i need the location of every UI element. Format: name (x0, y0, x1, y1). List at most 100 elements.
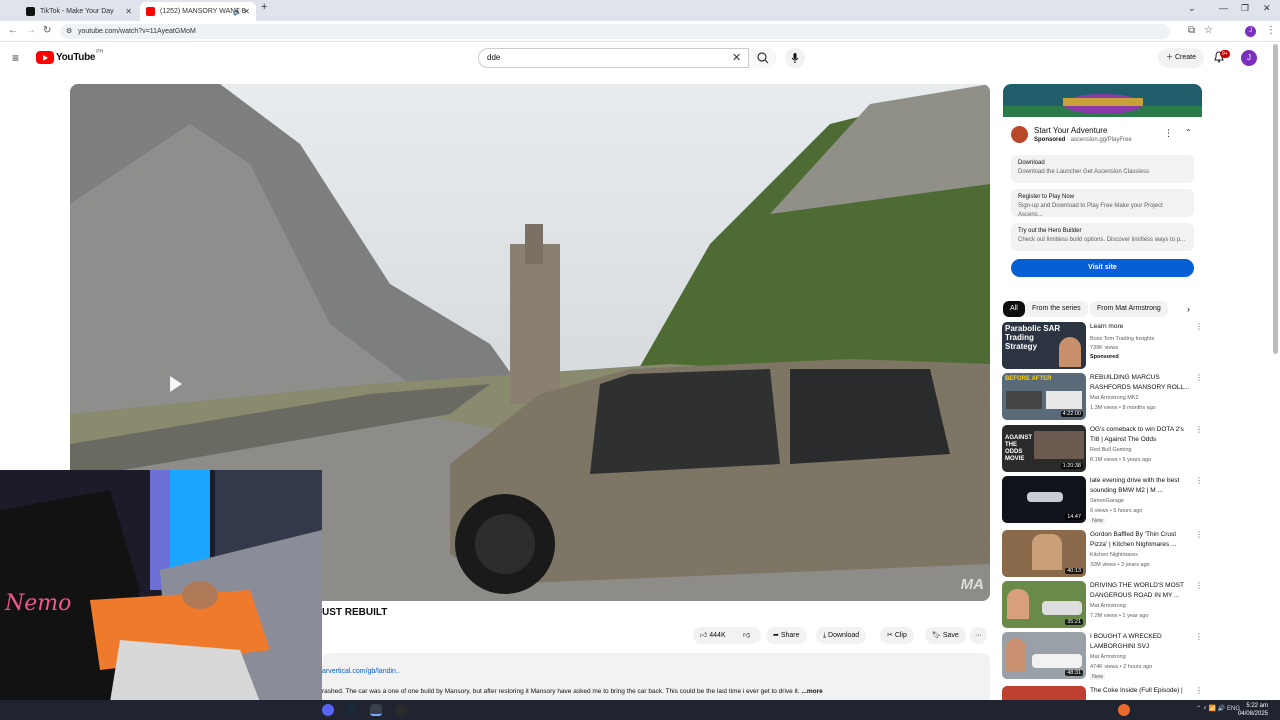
recommendation-item[interactable]: 40:13 Gordon Baffled By 'Thin Crust Pizz… (1002, 530, 1203, 579)
chip-from-mat-armstrong[interactable]: From Mat Armstrong (1090, 301, 1168, 317)
video-title[interactable]: OG's comeback to win DOTA 2's TI8 | Agai… (1090, 425, 1192, 445)
save-button[interactable]: 🔖︎ Save (925, 627, 966, 644)
recommendation-item[interactable]: 48:31 I BOUGHT A WRECKED LAMBORGHINI SVJ… (1002, 632, 1203, 681)
speaker-icon[interactable]: 🔊 (233, 8, 242, 16)
ad-title[interactable]: Start Your Adventure (1034, 126, 1107, 135)
chip-all[interactable]: All (1003, 301, 1025, 317)
clip-button[interactable]: ✂ Clip (880, 627, 914, 644)
more-actions-button[interactable]: ··· (970, 627, 987, 644)
description-box[interactable] (322, 653, 990, 705)
dislike-icon[interactable]: 👎︎ (743, 627, 750, 644)
video-thumbnail[interactable]: AGAINST THE ODDS MOVIE 1:20:38 (1002, 425, 1086, 472)
visit-site-button[interactable]: Visit site (1011, 259, 1194, 277)
avatar[interactable]: J (1241, 50, 1257, 66)
video-meta: 739K views (1090, 345, 1119, 351)
install-icon[interactable]: ⧉ (1188, 25, 1195, 36)
reload-icon[interactable]: ↻ (43, 25, 51, 36)
thumbnail-car-before (1006, 391, 1042, 409)
more-vert-icon[interactable]: ⋮ (1195, 476, 1203, 485)
create-button[interactable]: ＋ Create (1158, 48, 1204, 68)
recommendation-item[interactable]: 35:21 DRIVING THE WORLD'S MOST DANGEROUS… (1002, 581, 1203, 630)
steam-icon[interactable] (346, 704, 358, 716)
description-link[interactable]: arvertical.com/gb/landin.. (322, 668, 400, 675)
site-info-icon[interactable]: ⚙ (66, 24, 72, 39)
more-vert-icon[interactable]: ⋮ (1195, 530, 1203, 539)
new-tab-button[interactable]: + (261, 1, 267, 13)
recommendation-item[interactable]: BEFORE AFTER 4:22:00 REBUILDING MARCUS R… (1002, 373, 1203, 422)
tab-search-icon[interactable]: ⌄ (1188, 3, 1196, 14)
more-vert-icon[interactable]: ⋮ (1195, 581, 1203, 590)
search-button[interactable] (748, 48, 776, 68)
video-thumbnail[interactable]: 14:47 (1002, 476, 1086, 523)
forward-icon[interactable]: → (26, 25, 36, 36)
video-thumbnail[interactable]: 48:31 (1002, 632, 1086, 679)
channel-name[interactable]: Mat Armstrong MK2 (1090, 395, 1139, 401)
more-vert-icon[interactable]: ⋮ (1195, 686, 1202, 695)
recommendation-item[interactable]: 14:47 late evening drive with the best s… (1002, 476, 1203, 525)
page-scrollbar[interactable] (1273, 44, 1278, 354)
more-vert-icon[interactable]: ⋮ (1195, 322, 1203, 331)
video-title[interactable]: late evening drive with the best soundin… (1090, 476, 1192, 496)
video-thumbnail[interactable]: 40:13 (1002, 530, 1086, 577)
channel-name[interactable]: Kitchen Nightmares (1090, 552, 1138, 558)
channel-name[interactable]: Mat Armstrong (1090, 654, 1126, 660)
back-icon[interactable]: ← (8, 25, 18, 36)
ad-option-title: Try out the Hero Builder (1018, 228, 1082, 234)
chevron-right-icon[interactable]: › (1187, 304, 1190, 314)
video-title[interactable]: Learn more (1090, 322, 1192, 332)
video-thumbnail[interactable]: 35:21 (1002, 581, 1086, 628)
like-button[interactable]: 👍︎ 444K 👎︎ (693, 627, 761, 644)
video-thumbnail[interactable] (1002, 686, 1086, 700)
voice-search-button[interactable] (785, 48, 805, 68)
minimize-button[interactable]: — (1219, 3, 1228, 13)
chip-from-series[interactable]: From the series (1025, 301, 1088, 317)
download-button[interactable]: ⤓ Download (816, 627, 867, 644)
url-field[interactable]: ⚙ youtube.com/watch?v=11AyeatGMoM (60, 24, 1170, 39)
tab-youtube[interactable]: (1252) MANSORY WANT B 🔊 ✕ (140, 2, 256, 21)
close-window-button[interactable]: ✕ (1263, 3, 1271, 14)
profile-avatar[interactable]: J (1245, 26, 1256, 37)
discord-icon[interactable] (322, 704, 334, 716)
tab-tiktok[interactable]: TikTok - Make Your Day ✕ (20, 2, 138, 21)
channel-name[interactable]: Mat Armstrong (1090, 603, 1126, 609)
obs-icon[interactable] (396, 704, 408, 716)
maximize-button[interactable]: ❐ (1241, 3, 1249, 14)
ad-option-download[interactable]: Download Download the Launcher Get Ascen… (1011, 155, 1194, 183)
recommendation-item[interactable]: AGAINST THE ODDS MOVIE 1:20:38 OG's come… (1002, 425, 1203, 474)
menu-icon[interactable]: ⋮ (1266, 25, 1276, 36)
share-button[interactable]: ➦ Share (766, 627, 807, 644)
ad-menu-icon[interactable]: ⋮ (1164, 128, 1173, 139)
more-vert-icon[interactable]: ⋮ (1195, 373, 1203, 382)
thumbnail-person (1006, 638, 1026, 672)
channel-name[interactable]: SimonGarage (1090, 498, 1124, 504)
youtube-logo[interactable]: YouTube PH (36, 49, 103, 64)
recommendation-item[interactable]: The Coke Inside (Full Episode) | ⋮ (1002, 686, 1202, 700)
bookmark-star-icon[interactable]: ☆ (1204, 25, 1213, 36)
video-thumbnail[interactable]: Parabolic SAR Trading Strategy (1002, 322, 1086, 369)
show-more-link[interactable]: ...more (801, 688, 822, 695)
tray-app-icon[interactable] (1118, 704, 1130, 716)
wifi-icon[interactable]: ⌃ ⚡ 📶 🔊 (1196, 706, 1227, 712)
clock[interactable]: 5:22 am 04/08/2025 (1238, 702, 1268, 718)
clear-search-icon[interactable]: ✕ (732, 51, 741, 64)
video-title[interactable]: I BOUGHT A WRECKED LAMBORGHINI SVJ (1090, 632, 1192, 652)
ad-banner-image[interactable] (1003, 84, 1202, 117)
channel-name[interactable]: Red Bull Gaming (1090, 447, 1132, 453)
video-title[interactable]: DRIVING THE WORLD'S MOST DANGEROUS ROAD … (1090, 581, 1192, 601)
chrome-icon[interactable] (370, 704, 382, 716)
video-title[interactable]: Gordon Baffled By 'Thin Crust Pizza' | K… (1090, 530, 1192, 550)
video-title[interactable]: The Coke Inside (Full Episode) | (1090, 686, 1192, 696)
video-title[interactable]: REBUILDING MARCUS RASHFORDS MANSORY ROLL… (1090, 373, 1192, 393)
channel-name[interactable]: Boss Tom Trading Insights (1090, 336, 1154, 342)
video-thumbnail[interactable]: BEFORE AFTER 4:22:00 (1002, 373, 1086, 420)
ad-option-hero-builder[interactable]: Try out the Hero Builder Check out limit… (1011, 223, 1194, 251)
collapse-icon[interactable]: ⌃ (1185, 128, 1192, 137)
hamburger-icon[interactable]: ≡ (12, 51, 19, 65)
ad-option-register[interactable]: Register to Play Now Sign-up and Downloa… (1011, 189, 1194, 218)
more-vert-icon[interactable]: ⋮ (1195, 632, 1203, 641)
close-icon[interactable]: ✕ (125, 7, 132, 16)
recommendation-item[interactable]: Parabolic SAR Trading Strategy Learn mor… (1002, 322, 1203, 371)
system-tray[interactable]: ⌃ ⚡ 📶 🔊 ENG (1196, 705, 1240, 712)
close-icon[interactable]: ✕ (243, 7, 250, 16)
more-vert-icon[interactable]: ⋮ (1195, 425, 1203, 434)
